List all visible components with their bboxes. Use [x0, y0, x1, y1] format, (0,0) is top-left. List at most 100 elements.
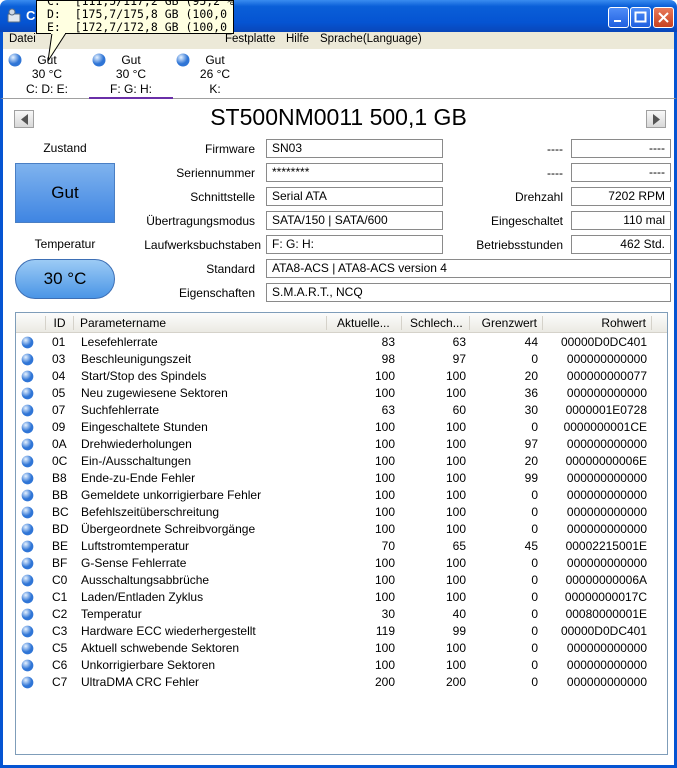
- attr-id: 0A: [52, 437, 67, 451]
- attr-raw: 0000000001CE: [563, 420, 647, 434]
- table-row[interactable]: C6 Unkorrigierbare Sektoren 100 100 0 0000000…: [16, 657, 667, 674]
- close-button[interactable]: [653, 7, 674, 28]
- attr-threshold: 0: [531, 488, 538, 502]
- table-row[interactable]: C1 Laden/Entladen Zyklus 100 100 0 0000000001…: [16, 589, 667, 606]
- table-row[interactable]: 01 Lesefehlerrate 83 63 44 00000D0DC401: [16, 334, 667, 351]
- table-row[interactable]: 05 Neu zugewiesene Sektoren 100 100 36 000000…: [16, 385, 667, 402]
- status-ball-icon: [21, 625, 34, 638]
- health-status-button[interactable]: Gut: [15, 163, 115, 223]
- attr-id: 07: [52, 403, 66, 417]
- attr-name: Ein-/Ausschaltungen: [81, 454, 192, 468]
- attr-id: 01: [52, 335, 66, 349]
- drive-selector: Gut 30 °C C: D: E: Gut 30 °C F: G: H: Gu…: [0, 49, 677, 99]
- table-row[interactable]: C7 UltraDMA CRC Fehler 200 200 0 000000000000: [16, 674, 667, 691]
- attr-name: Unkorrigierbare Sektoren: [81, 658, 216, 672]
- table-row[interactable]: C0 Ausschaltungsabbrüche 100 100 0 0000000000…: [16, 572, 667, 589]
- attr-id: BF: [52, 556, 68, 570]
- table-row[interactable]: 04 Start/Stop des Spindels 100 100 20 0000000…: [16, 368, 667, 385]
- temperature-button[interactable]: 30 °C: [15, 259, 115, 299]
- table-row[interactable]: BF G-Sense Fehlerrate 100 100 0 000000000000: [16, 555, 667, 572]
- minimize-button[interactable]: [608, 7, 629, 28]
- attr-worst: 100: [445, 641, 466, 655]
- attr-threshold: 0: [531, 420, 538, 434]
- attr-threshold: 0: [531, 352, 538, 366]
- drive-tab-k[interactable]: Gut 26 °C K:: [173, 49, 257, 99]
- transfer-mode-label: Übertragungsmodus: [146, 214, 255, 228]
- attr-raw: 000000000077: [566, 369, 647, 383]
- attr-name: Beschleunigungszeit: [81, 352, 192, 366]
- drive-usage-tooltip: C: [111,5/117,2 GB (95,2 %)] D: [175,7/1…: [36, 0, 234, 34]
- table-row[interactable]: B8 Ende-zu-Ende Fehler 100 100 99 00000000000…: [16, 470, 667, 487]
- drive-status: Gut: [121, 53, 141, 67]
- attr-current: 200: [374, 675, 395, 689]
- table-row[interactable]: BC Befehlszeitüberschreitung 100 100 0 000000…: [16, 504, 667, 521]
- col-threshold[interactable]: Grenzwert: [470, 316, 543, 330]
- maximize-icon: [634, 11, 647, 23]
- table-row[interactable]: C2 Temperatur 30 40 0 00080000001E: [16, 606, 667, 623]
- col-raw[interactable]: Rohwert: [543, 316, 652, 330]
- firmware-field: SN03: [266, 139, 443, 158]
- table-row[interactable]: BE Luftstromtemperatur 70 65 45 00002215001E: [16, 538, 667, 555]
- attr-current: 100: [374, 369, 395, 383]
- drive-status: Gut: [205, 53, 225, 67]
- table-row[interactable]: C5 Aktuell schwebende Sektoren 100 100 0 0000…: [16, 640, 667, 657]
- rpm-label: Drehzahl: [514, 190, 563, 204]
- firmware-label: Firmware: [205, 142, 255, 156]
- attr-threshold: 0: [531, 590, 538, 604]
- menu-help[interactable]: Hilfe: [286, 33, 309, 45]
- attr-worst: 100: [445, 590, 466, 604]
- attr-name: Drehwiederholungen: [81, 437, 192, 451]
- status-ball-icon: [21, 353, 34, 366]
- power-count-field: 110 mal: [571, 211, 671, 230]
- status-ball-icon: [21, 608, 34, 621]
- table-row[interactable]: 07 Suchfehlerrate 63 60 30 0000001E0728: [16, 402, 667, 419]
- attr-threshold: 0: [531, 522, 538, 536]
- attr-current: 100: [374, 556, 395, 570]
- col-current[interactable]: Aktuelle...: [327, 316, 402, 330]
- attr-current: 100: [374, 641, 395, 655]
- maximize-button[interactable]: [630, 7, 651, 28]
- table-row[interactable]: 03 Beschleunigungszeit 98 97 0 000000000000: [16, 351, 667, 368]
- table-row[interactable]: 09 Eingeschaltete Stunden 100 100 0 000000000…: [16, 419, 667, 436]
- attr-id: C5: [52, 641, 68, 655]
- col-status[interactable]: [16, 316, 46, 330]
- table-row[interactable]: 0A Drehwiederholungen 100 100 97 000000000000: [16, 436, 667, 453]
- table-row[interactable]: 0C Ein-/Ausschaltungen 100 100 20 00000000006…: [16, 453, 667, 470]
- attr-id: C3: [52, 624, 68, 638]
- table-row[interactable]: C3 Hardware ECC wiederhergestellt 119 99 0 00…: [16, 623, 667, 640]
- col-name[interactable]: Parametername: [80, 316, 327, 330]
- attr-worst: 100: [445, 658, 466, 672]
- attr-threshold: 97: [524, 437, 538, 451]
- attr-worst: 40: [452, 607, 466, 621]
- status-ball-icon: [21, 336, 34, 349]
- attr-name: Laden/Entladen Zyklus: [81, 590, 204, 604]
- status-ball-icon: [21, 370, 34, 383]
- attr-worst: 100: [445, 471, 466, 485]
- attr-worst: 100: [445, 488, 466, 502]
- status-ball-icon: [21, 557, 34, 570]
- menu-disk[interactable]: Festplatte: [225, 33, 276, 45]
- status-ball-icon: [21, 472, 34, 485]
- table-row[interactable]: BD Übergeordnete Schreibvorgänge 100 100 0 00…: [16, 521, 667, 538]
- status-ball-icon: [21, 659, 34, 672]
- attr-current: 70: [381, 539, 395, 553]
- drive-letters: C: D: E:: [25, 82, 68, 96]
- attr-raw: 000000000000: [566, 675, 647, 689]
- attr-raw: 000000000000: [566, 352, 647, 366]
- attr-raw: 0000001E0728: [565, 403, 647, 417]
- tooltip-pointer: [47, 33, 66, 62]
- attr-current: 100: [374, 488, 395, 502]
- attr-worst: 97: [452, 352, 466, 366]
- menu-language[interactable]: Sprache(Language): [320, 33, 422, 45]
- features-field: S.M.A.R.T., NCQ: [266, 283, 671, 302]
- status-ball-icon: [21, 421, 34, 434]
- col-id[interactable]: ID: [46, 316, 74, 330]
- drive-letters-field: F: G: H:: [266, 235, 443, 254]
- table-row[interactable]: BB Gemeldete unkorrigierbare Fehler 100 100…: [16, 487, 667, 504]
- table-header: ID Parametername Aktuelle... Schlech... …: [16, 313, 667, 333]
- attr-name: Gemeldete unkorrigierbare Fehler: [81, 488, 262, 502]
- col-worst[interactable]: Schlech...: [402, 316, 470, 330]
- menu-file[interactable]: Datei: [9, 33, 36, 45]
- attr-name: Übergeordnete Schreibvorgänge: [81, 522, 256, 536]
- drive-tab-fgh[interactable]: Gut 30 °C F: G: H:: [89, 49, 173, 99]
